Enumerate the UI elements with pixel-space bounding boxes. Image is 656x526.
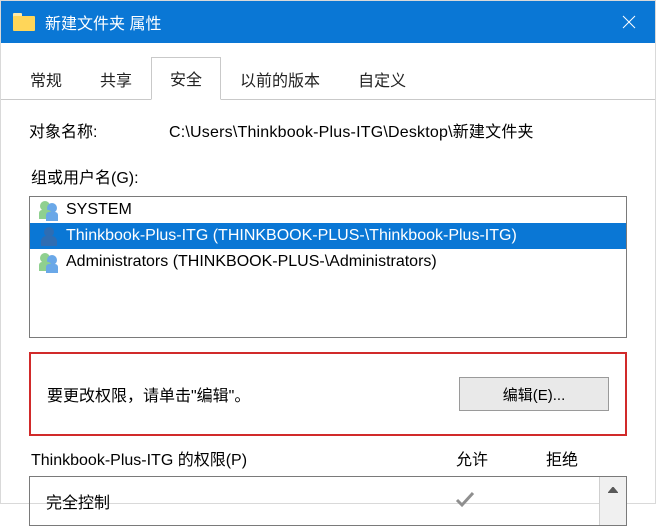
permissions-header: Thinkbook-Plus-ITG 的权限(P) 允许 拒绝	[31, 446, 625, 470]
check-icon	[454, 490, 476, 508]
deny-column-header: 拒绝	[517, 446, 607, 470]
permissions-title: Thinkbook-Plus-ITG 的权限(P)	[31, 446, 427, 470]
folder-icon	[13, 13, 35, 31]
principals-listbox[interactable]: SYSTEM Thinkbook-Plus-ITG (THINKBOOK-PLU…	[29, 196, 627, 338]
close-icon	[622, 15, 636, 29]
permission-name: 完全控制	[30, 489, 420, 513]
allow-cell	[420, 490, 510, 512]
close-button[interactable]	[603, 1, 655, 43]
allow-column-header: 允许	[427, 446, 517, 470]
edit-hint: 要更改权限，请单击"编辑"。	[47, 382, 250, 406]
groups-label: 组或用户名(G):	[31, 164, 627, 188]
tab-sharing[interactable]: 共享	[81, 58, 151, 100]
user-icon	[38, 226, 60, 246]
tab-security[interactable]: 安全	[151, 57, 221, 100]
tab-content: 对象名称: C:\Users\Thinkbook-Plus-ITG\Deskto…	[1, 100, 655, 526]
tab-customize[interactable]: 自定义	[339, 58, 425, 100]
object-name-row: 对象名称: C:\Users\Thinkbook-Plus-ITG\Deskto…	[29, 118, 627, 142]
object-name-label: 对象名称:	[29, 118, 169, 142]
object-path: C:\Users\Thinkbook-Plus-ITG\Desktop\新建文件…	[169, 118, 627, 142]
tab-general[interactable]: 常规	[11, 58, 81, 100]
tab-previous-versions[interactable]: 以前的版本	[221, 58, 339, 100]
list-item[interactable]: SYSTEM	[30, 197, 626, 223]
principal-name: Administrators (THINKBOOK-PLUS-\Administ…	[66, 253, 437, 271]
tab-strip: 常规 共享 安全 以前的版本 自定义	[1, 57, 655, 100]
window-title: 新建文件夹 属性	[45, 10, 603, 34]
list-item[interactable]: Thinkbook-Plus-ITG (THINKBOOK-PLUS-\Thin…	[30, 223, 626, 249]
permissions-listbox[interactable]: 完全控制	[29, 476, 627, 526]
edit-callout: 要更改权限，请单击"编辑"。 编辑(E)...	[29, 352, 627, 436]
group-icon	[38, 200, 60, 220]
edit-button[interactable]: 编辑(E)...	[459, 377, 609, 411]
group-icon	[38, 252, 60, 272]
principal-name: Thinkbook-Plus-ITG (THINKBOOK-PLUS-\Thin…	[66, 227, 517, 245]
chevron-up-icon	[608, 487, 618, 493]
principal-name: SYSTEM	[66, 201, 132, 219]
list-item[interactable]: Administrators (THINKBOOK-PLUS-\Administ…	[30, 249, 626, 275]
scrollbar[interactable]	[599, 477, 626, 525]
scroll-up-button[interactable]	[600, 477, 626, 503]
titlebar: 新建文件夹 属性	[1, 1, 655, 43]
